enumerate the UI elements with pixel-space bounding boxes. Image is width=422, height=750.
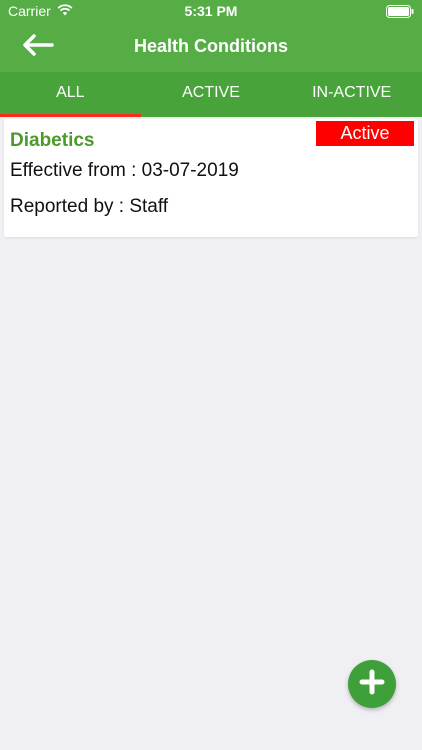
plus-icon: [359, 669, 385, 700]
tab-bar: ALL ACTIVE IN-ACTIVE: [0, 72, 422, 117]
battery-icon: [386, 5, 414, 18]
status-time: 5:31 PM: [184, 3, 238, 19]
reported-by-text: Reported by : Staff: [10, 196, 169, 217]
status-badge: Active: [316, 121, 414, 146]
condition-name: Diabetics: [10, 130, 95, 151]
header: Carrier 5:31 PM Health Conditions ALL AC…: [0, 0, 422, 117]
tab-in-active[interactable]: IN-ACTIVE: [281, 72, 422, 117]
condition-card[interactable]: Diabetics Active Effective from : 03-07-…: [4, 119, 418, 237]
effective-from-text: Effective from : 03-07-2019: [10, 160, 239, 181]
add-condition-button[interactable]: [348, 660, 396, 708]
page-title: Health Conditions: [134, 36, 288, 56]
tab-all[interactable]: ALL: [0, 72, 141, 117]
tab-active[interactable]: ACTIVE: [141, 72, 282, 117]
status-bar: Carrier 5:31 PM: [0, 0, 422, 24]
navigation-bar: Health Conditions: [0, 24, 422, 70]
